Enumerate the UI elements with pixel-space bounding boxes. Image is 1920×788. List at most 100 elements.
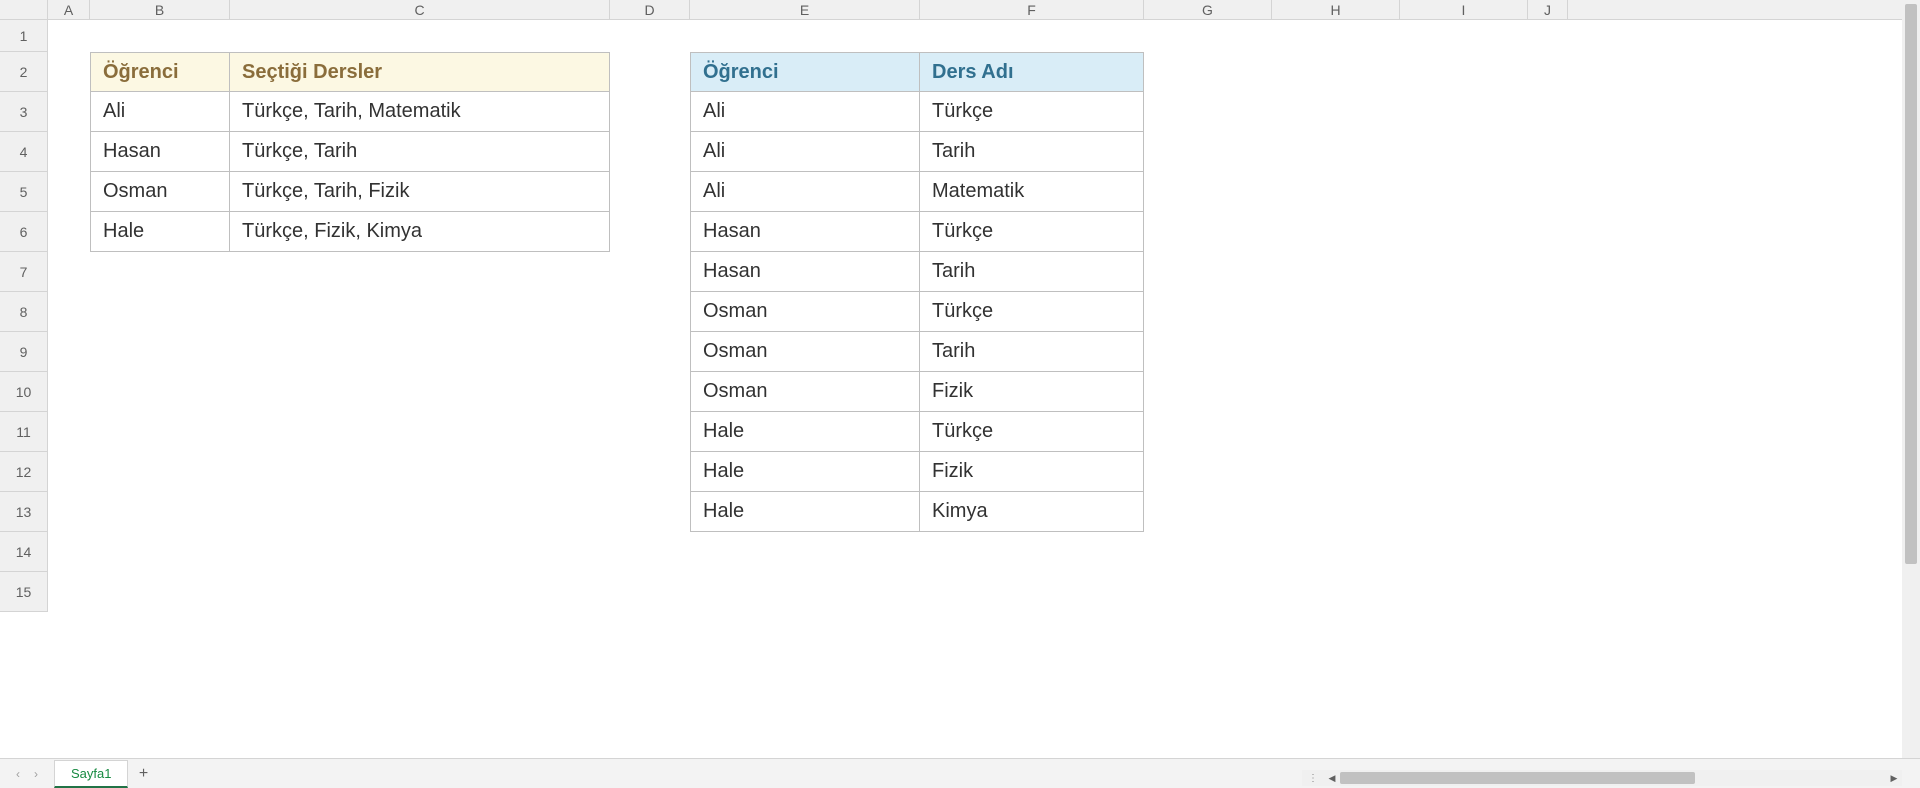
cell-H2[interactable] [1272,52,1400,92]
cell-B11[interactable] [90,412,230,452]
cell-C3[interactable]: Türkçe, Tarih, Matematik [230,92,610,132]
cell-I6[interactable] [1400,212,1528,252]
row-header-10[interactable]: 10 [0,372,47,412]
col-header-G[interactable]: G [1144,0,1272,19]
cell-C8[interactable] [230,292,610,332]
cell-J14[interactable] [1528,532,1568,572]
cell-J13[interactable] [1528,492,1568,532]
cell-H4[interactable] [1272,132,1400,172]
cell-F15[interactable] [920,572,1144,612]
cell-G1[interactable] [1144,20,1272,52]
cell-A10[interactable] [48,372,90,412]
cell-B8[interactable] [90,292,230,332]
scroll-split-handle-icon[interactable]: ⋮ [1302,773,1324,784]
cell-H6[interactable] [1272,212,1400,252]
cell-B2[interactable]: Öğrenci [90,52,230,92]
cell-H5[interactable] [1272,172,1400,212]
cell-C12[interactable] [230,452,610,492]
cell-J6[interactable] [1528,212,1568,252]
cell-C11[interactable] [230,412,610,452]
cell-C7[interactable] [230,252,610,292]
cell-F11[interactable]: Türkçe [920,412,1144,452]
cell-J8[interactable] [1528,292,1568,332]
cell-H12[interactable] [1272,452,1400,492]
row-header-9[interactable]: 9 [0,332,47,372]
cell-E14[interactable] [690,532,920,572]
cell-C13[interactable] [230,492,610,532]
cell-E4[interactable]: Ali [690,132,920,172]
row-header-6[interactable]: 6 [0,212,47,252]
cell-D5[interactable] [610,172,690,212]
cell-A8[interactable] [48,292,90,332]
cell-B3[interactable]: Ali [90,92,230,132]
cell-F9[interactable]: Tarih [920,332,1144,372]
cell-B4[interactable]: Hasan [90,132,230,172]
cell-C4[interactable]: Türkçe, Tarih [230,132,610,172]
cell-H10[interactable] [1272,372,1400,412]
cell-D6[interactable] [610,212,690,252]
cell-G5[interactable] [1144,172,1272,212]
cell-I11[interactable] [1400,412,1528,452]
cell-A12[interactable] [48,452,90,492]
col-header-F[interactable]: F [920,0,1144,19]
cell-G4[interactable] [1144,132,1272,172]
cell-F2[interactable]: Ders Adı [920,52,1144,92]
row-header-3[interactable]: 3 [0,92,47,132]
cells-area[interactable]: ÖğrenciSeçtiği DerslerÖğrenciDers AdıAli… [48,20,1902,758]
cell-J11[interactable] [1528,412,1568,452]
cell-G7[interactable] [1144,252,1272,292]
row-header-7[interactable]: 7 [0,252,47,292]
cell-J5[interactable] [1528,172,1568,212]
cell-F13[interactable]: Kimya [920,492,1144,532]
cell-E10[interactable]: Osman [690,372,920,412]
cell-E8[interactable]: Osman [690,292,920,332]
col-header-D[interactable]: D [610,0,690,19]
cell-J10[interactable] [1528,372,1568,412]
col-header-C[interactable]: C [230,0,610,19]
cell-A11[interactable] [48,412,90,452]
cell-J3[interactable] [1528,92,1568,132]
cell-J12[interactable] [1528,452,1568,492]
cell-I13[interactable] [1400,492,1528,532]
cell-J15[interactable] [1528,572,1568,612]
cell-D10[interactable] [610,372,690,412]
vertical-scroll-thumb[interactable] [1905,4,1917,564]
cell-A4[interactable] [48,132,90,172]
cell-B13[interactable] [90,492,230,532]
scroll-right-icon[interactable]: ▶ [1886,770,1902,786]
cell-F12[interactable]: Fizik [920,452,1144,492]
vertical-scrollbar[interactable] [1902,0,1920,758]
cell-G8[interactable] [1144,292,1272,332]
cell-H3[interactable] [1272,92,1400,132]
cell-B10[interactable] [90,372,230,412]
cell-C9[interactable] [230,332,610,372]
cell-J2[interactable] [1528,52,1568,92]
cell-J1[interactable] [1528,20,1568,52]
cell-C5[interactable]: Türkçe, Tarih, Fizik [230,172,610,212]
cell-F3[interactable]: Türkçe [920,92,1144,132]
cell-A14[interactable] [48,532,90,572]
cell-A3[interactable] [48,92,90,132]
cell-I3[interactable] [1400,92,1528,132]
row-header-11[interactable]: 11 [0,412,47,452]
row-header-14[interactable]: 14 [0,532,47,572]
cell-D1[interactable] [610,20,690,52]
cell-E5[interactable]: Ali [690,172,920,212]
cell-E11[interactable]: Hale [690,412,920,452]
cell-D15[interactable] [610,572,690,612]
cell-A1[interactable] [48,20,90,52]
cell-A7[interactable] [48,252,90,292]
cell-C15[interactable] [230,572,610,612]
cell-D12[interactable] [610,452,690,492]
cell-D8[interactable] [610,292,690,332]
cell-D4[interactable] [610,132,690,172]
cell-F1[interactable] [920,20,1144,52]
cell-I10[interactable] [1400,372,1528,412]
horizontal-scrollbar[interactable]: ⋮ ◀ ▶ [1302,770,1902,786]
col-header-E[interactable]: E [690,0,920,19]
sheet-next-icon[interactable]: › [30,767,42,781]
cell-I14[interactable] [1400,532,1528,572]
cell-B7[interactable] [90,252,230,292]
row-header-15[interactable]: 15 [0,572,47,612]
cell-J7[interactable] [1528,252,1568,292]
